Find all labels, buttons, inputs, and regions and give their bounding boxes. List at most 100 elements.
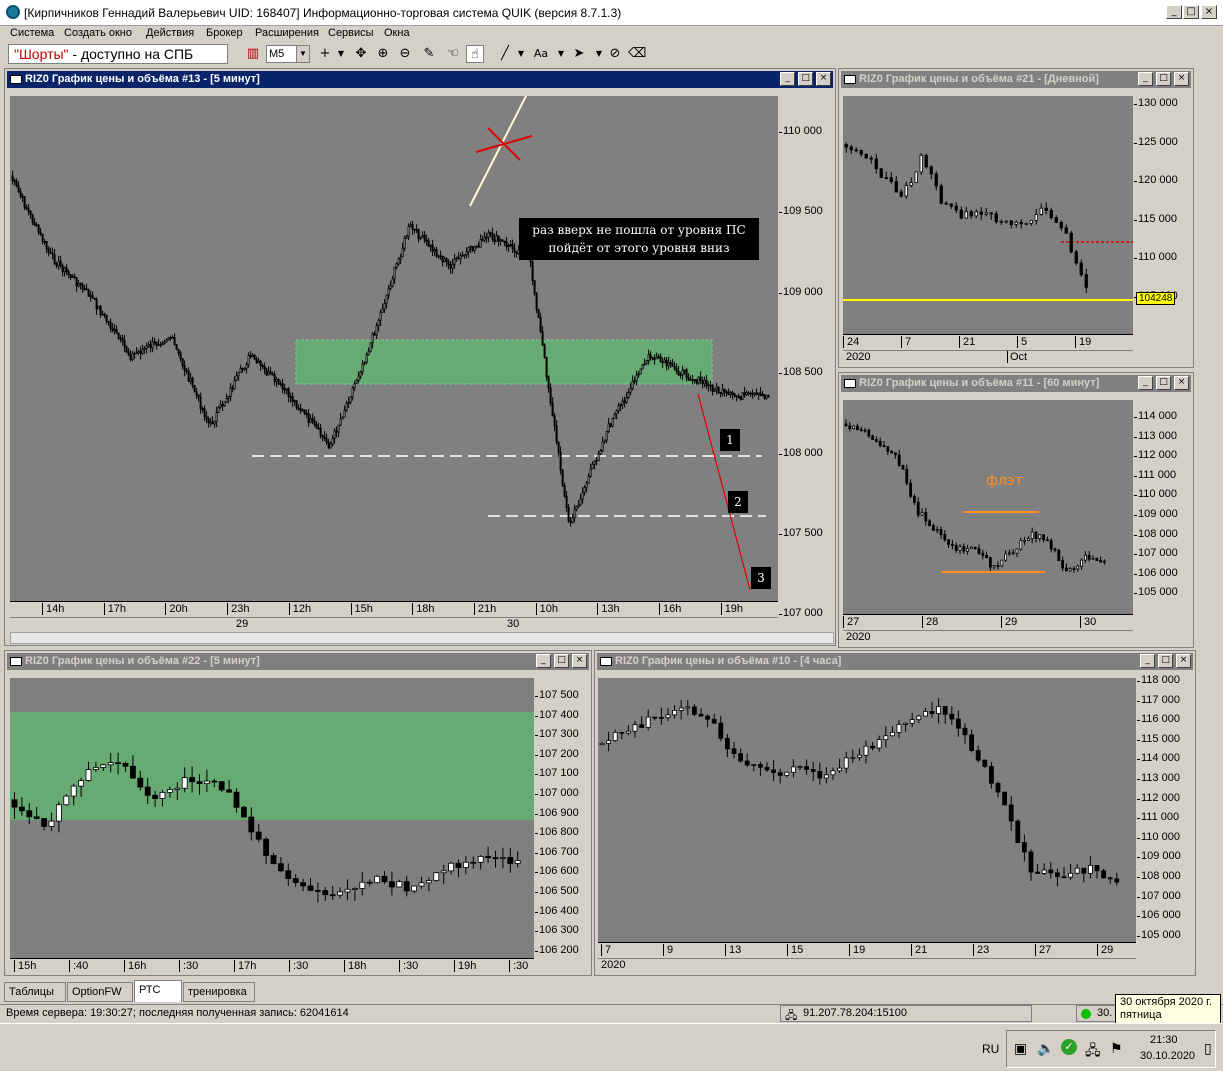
chart-window-11[interactable]: RIZ0 График цены и объёма #11 - [60 мину… xyxy=(838,372,1194,648)
candle-body xyxy=(393,266,396,280)
y-tick-label: 106 600 xyxy=(539,865,579,878)
chart-window-13[interactable]: RIZ0 График цены и объёма #13 - [5 минут… xyxy=(4,68,836,1021)
maximize-button[interactable]: □ xyxy=(1156,72,1171,86)
hide-drawings-icon[interactable]: ⊘ xyxy=(606,45,624,63)
candle-body xyxy=(289,396,292,398)
price-chart-area[interactable] xyxy=(10,678,534,958)
minimize-button[interactable]: _ xyxy=(780,72,795,86)
menu-item-actions[interactable]: Действия xyxy=(146,27,194,39)
candle-body xyxy=(167,337,170,341)
menu-item-broker[interactable]: Брокер xyxy=(206,27,243,39)
close-button[interactable]: × xyxy=(816,72,831,86)
candle-body xyxy=(174,787,181,790)
minimize-button[interactable]: _ xyxy=(1166,5,1182,19)
dropdown-arrow-icon[interactable]: ▼ xyxy=(332,45,350,63)
candle-body xyxy=(185,370,188,372)
candle-body xyxy=(679,374,682,376)
pointer-hand-icon[interactable]: ☝ xyxy=(466,45,484,63)
price-chart-area[interactable] xyxy=(598,678,1136,942)
dropdown-arrow-icon[interactable]: ▼ xyxy=(552,45,570,63)
price-chart-area[interactable]: раз вверх не пошла от уровня ПС пойдёт о… xyxy=(10,95,778,601)
tab-tables[interactable]: Таблицы xyxy=(4,982,66,1002)
tab-optionfw[interactable]: OptionFW xyxy=(67,982,133,1002)
check-icon[interactable]: ✓ xyxy=(1061,1039,1077,1055)
text-tool-icon[interactable]: Aa xyxy=(532,45,550,63)
y-axis-22: 107 500 107 400 107 300 107 200 107 100 107 0… xyxy=(535,678,590,958)
candle-body xyxy=(443,258,446,263)
zoom-in-icon[interactable]: ⊕ xyxy=(374,45,392,63)
ruler-icon[interactable]: ✎ xyxy=(420,45,438,63)
chart-window-22[interactable]: RIZ0 График цены и объёма #22 - [5 минут… xyxy=(4,650,592,976)
delete-drawings-icon[interactable]: ⌫ xyxy=(628,45,646,63)
close-button[interactable]: × xyxy=(1201,5,1217,19)
x-tick-label: 12h xyxy=(288,603,311,615)
speaker-icon[interactable]: 🔈 xyxy=(1037,1040,1054,1057)
candle-body xyxy=(579,498,582,506)
candle-body xyxy=(565,495,568,508)
tab-training[interactable]: тренировка xyxy=(183,982,255,1002)
dropdown-arrow-icon[interactable]: ▼ xyxy=(512,45,530,63)
clock-date[interactable]: 30.10.2020 xyxy=(1140,1050,1195,1062)
date-label: 29 xyxy=(236,618,249,630)
language-indicator[interactable]: RU xyxy=(982,1042,999,1056)
hand-icon[interactable]: ☜ xyxy=(444,45,462,63)
candle-body xyxy=(65,267,68,272)
maximize-button[interactable]: □ xyxy=(1156,376,1171,390)
chart-type-icon[interactable]: ▥ xyxy=(244,45,262,63)
minimize-button[interactable]: _ xyxy=(1138,72,1153,86)
close-button[interactable]: × xyxy=(572,654,587,668)
tab-rts[interactable]: РТС xyxy=(134,980,182,1002)
menu-item-services[interactable]: Сервисы xyxy=(328,27,374,39)
chart-window-21[interactable]: RIZ0 График цены и объёма #21 - [Дневной… xyxy=(838,68,1194,368)
candle-body xyxy=(966,548,969,552)
horizontal-scrollbar[interactable] xyxy=(10,632,834,644)
y-tick-label: 111 000 xyxy=(1141,811,1180,824)
menu-item-windows[interactable]: Окна xyxy=(384,27,410,39)
maximize-button[interactable]: □ xyxy=(1158,654,1173,668)
minimize-button[interactable]: _ xyxy=(1140,654,1155,668)
menu-item-system[interactable]: Система xyxy=(10,27,54,39)
move-icon[interactable]: ✥ xyxy=(352,45,370,63)
menu-item-create-window[interactable]: Создать окно xyxy=(64,27,132,39)
candle-body xyxy=(924,154,928,168)
candle-body xyxy=(493,239,496,242)
cube-app-icon[interactable]: ▣ xyxy=(1014,1040,1027,1057)
flag-icon[interactable]: ⚑ xyxy=(1110,1040,1123,1057)
candle-body xyxy=(549,387,552,404)
x-tick-label: 29 xyxy=(1001,616,1017,628)
arrow-tool-icon[interactable]: ➤ xyxy=(570,45,588,63)
candle-body xyxy=(1021,842,1027,853)
candle-body xyxy=(100,764,107,768)
candle-body xyxy=(735,395,738,398)
y-tick-label: 107 200 xyxy=(539,747,579,760)
zoom-out-icon[interactable]: ⊖ xyxy=(396,45,414,63)
candle-body xyxy=(689,379,692,382)
close-button[interactable]: × xyxy=(1174,376,1189,390)
candle-body xyxy=(367,350,370,356)
y-tick-mark xyxy=(1137,779,1140,780)
interval-select[interactable]: M5 ▼ xyxy=(266,45,310,63)
candle-body xyxy=(427,240,430,247)
maximize-button[interactable]: □ xyxy=(798,72,813,86)
menu-item-extensions[interactable]: Расширения xyxy=(255,27,319,39)
clock-time[interactable]: 21:30 xyxy=(1150,1034,1178,1046)
candle-body xyxy=(397,258,400,265)
minimize-button[interactable]: _ xyxy=(536,654,551,668)
network-tray-icon[interactable]: 🖧 xyxy=(1085,1040,1101,1064)
minimize-button[interactable]: _ xyxy=(1138,376,1153,390)
candle-body xyxy=(314,890,321,892)
candle-body xyxy=(681,369,684,376)
show-desktop-icon[interactable]: ▯ xyxy=(1204,1040,1212,1057)
candle-body xyxy=(659,717,664,719)
y-tick-label: 108 000 xyxy=(1138,527,1178,540)
price-chart-area[interactable]: флэт xyxy=(843,400,1133,614)
chart-window-10[interactable]: RIZ0 График цены и объёма #10 - [4 часа]… xyxy=(594,650,1196,976)
maximize-button[interactable]: □ xyxy=(554,654,569,668)
y-tick-mark xyxy=(535,833,538,835)
price-chart-area[interactable] xyxy=(843,96,1133,334)
close-button[interactable]: × xyxy=(1176,654,1191,668)
maximize-button[interactable]: □ xyxy=(1183,5,1199,19)
candle-body xyxy=(381,875,388,883)
candle-body xyxy=(947,539,950,545)
close-button[interactable]: × xyxy=(1174,72,1189,86)
